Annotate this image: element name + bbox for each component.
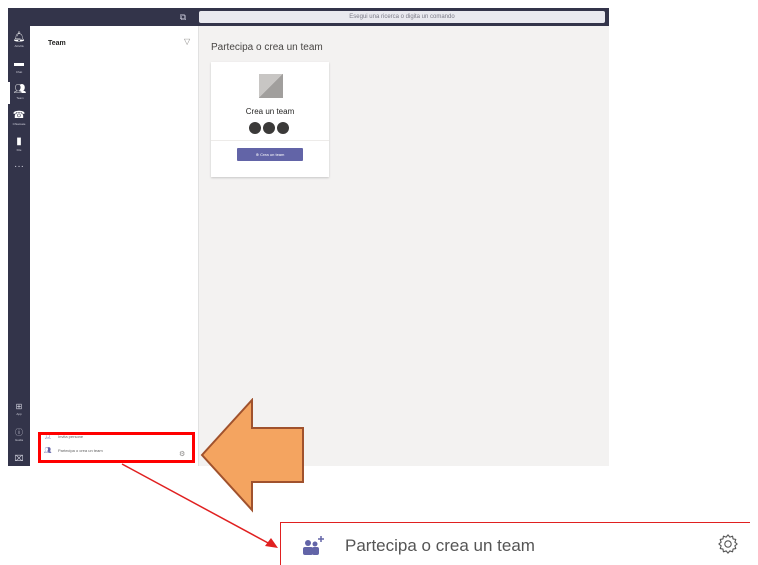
help-icon: ⓘ xyxy=(15,428,23,437)
team-list-pane: Team ▽ 👤︎ Invita persone 👥︎ Partecipa o … xyxy=(30,26,199,466)
title-bar: ⧉ Esegui una ricerca o digita un comando xyxy=(8,8,609,26)
feedback-icon[interactable]: ⌧ xyxy=(8,454,30,464)
teams-window: ⧉ Esegui una ricerca o digita un comando… xyxy=(8,8,609,466)
avatar xyxy=(249,122,261,134)
rail-item-label: Chat xyxy=(15,70,23,74)
join-or-create-team-label[interactable]: Partecipa o crea un team xyxy=(345,536,535,556)
avatar xyxy=(277,122,289,134)
card-title: Crea un team xyxy=(245,107,295,116)
rail-item-label: Guida xyxy=(14,438,23,442)
create-team-button-label: Crea un team xyxy=(260,152,285,157)
rail-item-label: Team xyxy=(16,96,24,100)
team-add-icon xyxy=(303,536,324,555)
rail-item-calls[interactable]: ☎ Chiamate xyxy=(8,108,30,130)
avatar xyxy=(263,122,275,134)
rail-item-apps[interactable]: ⊞ App xyxy=(8,402,30,416)
filter-icon[interactable]: ▽ xyxy=(184,38,192,46)
rail-item-files[interactable]: ▮ File xyxy=(8,134,30,156)
team-image-placeholder xyxy=(259,74,283,98)
rail-item-label: Attività xyxy=(14,44,24,48)
rail-item-label: App xyxy=(16,412,22,416)
create-team-button[interactable]: ⊕ Crea un team xyxy=(237,148,303,161)
highlight-box xyxy=(38,432,195,463)
rail-item-help[interactable]: ⓘ Guida xyxy=(8,428,30,442)
rail-item-label: Chiamate xyxy=(12,122,26,126)
search-input[interactable]: Esegui una ricerca o digita un comando xyxy=(199,11,605,23)
new-window-icon[interactable]: ⧉ xyxy=(178,12,188,22)
file-icon: ▮ xyxy=(16,136,22,147)
pane-title: Team xyxy=(48,40,66,47)
phone-icon: ☎ xyxy=(12,110,26,121)
zoomed-callout: Partecipa o crea un team xyxy=(280,522,750,565)
rail-item-label: File xyxy=(16,148,22,152)
screenshot-canvas: ⧉ Esegui una ricerca o digita un comando… xyxy=(0,0,758,565)
apps-icon: ⊞ xyxy=(15,402,23,411)
chat-icon: ▬ xyxy=(14,58,24,69)
gear-icon[interactable] xyxy=(717,533,739,555)
more-apps-icon[interactable]: ··· xyxy=(8,162,30,172)
team-icon: 👥︎ xyxy=(13,84,27,95)
avatar-group xyxy=(249,122,289,134)
divider xyxy=(211,140,329,141)
rail-item-team[interactable]: 👥︎ Team xyxy=(8,82,30,104)
app-rail: 🔔︎ Attività ▬ Chat 👥︎ Team ☎ Chiamate ▮ … xyxy=(8,26,30,466)
orange-arrow-icon xyxy=(200,398,304,513)
create-team-card: Crea un team ⊕ Crea un team xyxy=(211,62,329,177)
rail-item-chat[interactable]: ▬ Chat xyxy=(8,56,30,78)
rail-item-activity[interactable]: 🔔︎ Attività xyxy=(8,30,30,52)
page-title: Partecipa o crea un team xyxy=(211,42,323,53)
bell-icon: 🔔︎ xyxy=(12,32,26,43)
